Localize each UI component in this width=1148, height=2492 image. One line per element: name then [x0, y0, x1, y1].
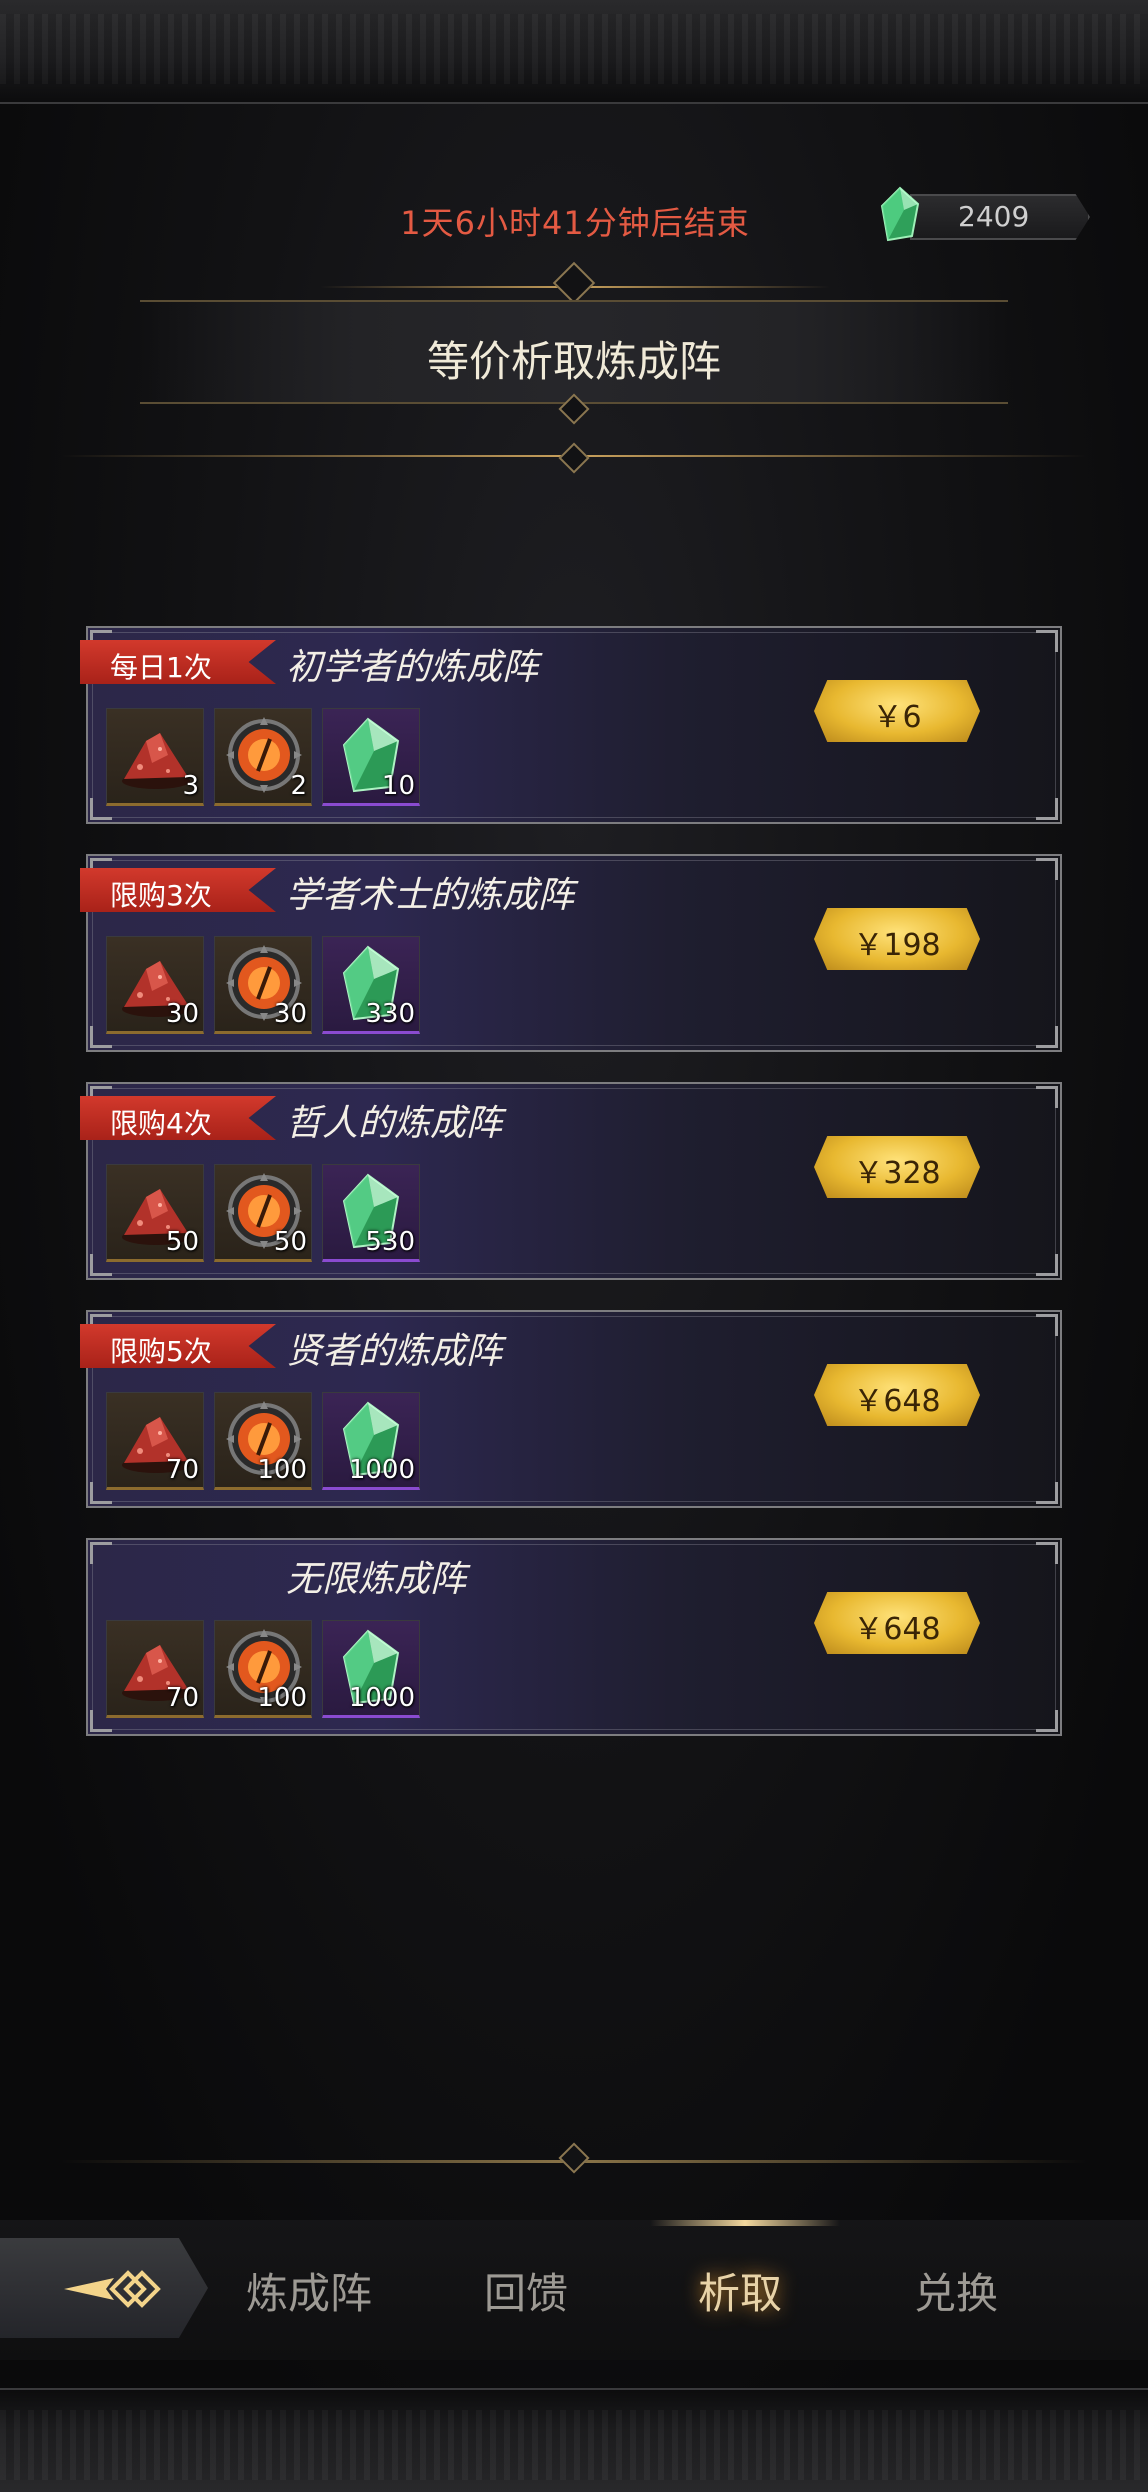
card-corner [1036, 630, 1058, 652]
reward-items: 3 2 10 [106, 708, 420, 806]
back-arrow-icon [64, 2270, 161, 2308]
reward-items: 30 30 330 [106, 936, 420, 1034]
reward-item[interactable]: 70 [106, 1620, 204, 1718]
item-quantity: 50 [273, 1227, 307, 1257]
item-quantity: 100 [257, 1455, 307, 1485]
reward-item[interactable]: 330 [322, 936, 420, 1034]
reward-item[interactable]: 50 [214, 1164, 312, 1262]
reward-item[interactable]: 50 [106, 1164, 204, 1262]
tab-exchange[interactable]: 兑换 [914, 2260, 998, 2321]
item-quantity: 10 [381, 771, 415, 801]
item-quantity: 70 [165, 1683, 199, 1713]
card-corner [1036, 798, 1058, 820]
offer-card[interactable]: 每日1次 初学者的炼成阵 3 2 10 ￥6 [80, 626, 1062, 824]
card-corner [1036, 1314, 1058, 1336]
offer-name: 初学者的炼成阵 [286, 647, 539, 688]
back-button[interactable] [0, 2238, 208, 2338]
title-bar: 等价析取炼成阵 [140, 300, 1008, 404]
offer-name: 无限炼成阵 [286, 1559, 467, 1600]
item-quantity: 30 [165, 999, 199, 1029]
price-button[interactable]: ￥648 [814, 1364, 980, 1426]
item-quantity: 1000 [348, 1683, 415, 1713]
purchase-limit-tag: 每日1次 [80, 640, 276, 684]
card-corner [1036, 1710, 1058, 1732]
price-button[interactable]: ￥198 [814, 908, 980, 970]
item-quantity: 100 [257, 1683, 307, 1713]
reward-items: 70 100 1000 [106, 1392, 420, 1490]
reward-item[interactable]: 30 [106, 936, 204, 1034]
card-corner [1036, 1482, 1058, 1504]
reward-item[interactable]: 3 [106, 708, 204, 806]
card-corner [1036, 858, 1058, 880]
reward-item[interactable]: 2 [214, 708, 312, 806]
reward-item[interactable]: 70 [106, 1392, 204, 1490]
reward-items: 70 100 1000 [106, 1620, 420, 1718]
price-button[interactable]: ￥648 [814, 1592, 980, 1654]
card-corner [1036, 1026, 1058, 1048]
price-button[interactable]: ￥328 [814, 1136, 980, 1198]
purchase-limit-tag: 限购5次 [80, 1324, 276, 1368]
currency-amount: 2409 [958, 200, 1030, 233]
item-quantity: 70 [165, 1455, 199, 1485]
item-quantity: 330 [365, 999, 415, 1029]
offer-card[interactable]: 限购5次 贤者的炼成阵 70 100 1000 ￥648 [80, 1310, 1062, 1508]
green-crystal-icon [878, 186, 922, 242]
bottom-nav: 炼成阵 回馈 析取 兑换 [0, 2220, 1148, 2360]
item-quantity: 1000 [348, 1455, 415, 1485]
reward-item[interactable]: 530 [322, 1164, 420, 1262]
reward-item[interactable]: 1000 [322, 1392, 420, 1490]
reward-items: 50 50 530 [106, 1164, 420, 1262]
offer-card[interactable]: 限购4次 哲人的炼成阵 50 50 530 ￥328 [80, 1082, 1062, 1280]
item-quantity: 50 [165, 1227, 199, 1257]
offer-name: 贤者的炼成阵 [286, 1331, 503, 1372]
tab-rewards[interactable]: 回馈 [484, 2260, 568, 2321]
card-corner [90, 1542, 112, 1564]
tab-extract[interactable]: 析取 [698, 2260, 782, 2321]
item-quantity: 30 [273, 999, 307, 1029]
offer-card[interactable]: 无限炼成阵 70 100 1000 ￥648 [86, 1538, 1062, 1736]
reward-item[interactable]: 10 [322, 708, 420, 806]
price-button[interactable]: ￥6 [814, 680, 980, 742]
reward-item[interactable]: 100 [214, 1620, 312, 1718]
reward-item[interactable]: 100 [214, 1392, 312, 1490]
purchase-limit-tag: 限购3次 [80, 868, 276, 912]
top-frame [0, 0, 1148, 104]
purchase-limit-tag: 限购4次 [80, 1096, 276, 1140]
card-corner [1036, 1542, 1058, 1564]
item-quantity: 530 [365, 1227, 415, 1257]
page-title: 等价析取炼成阵 [426, 337, 721, 386]
active-tab-glow [650, 2220, 840, 2226]
bottom-frame [0, 2388, 1148, 2492]
reward-item[interactable]: 30 [214, 936, 312, 1034]
currency-display: 2409 [872, 186, 1094, 242]
tab-alchemy-array[interactable]: 炼成阵 [246, 2260, 372, 2321]
offer-name: 哲人的炼成阵 [286, 1103, 503, 1144]
reward-item[interactable]: 1000 [322, 1620, 420, 1718]
item-quantity: 2 [290, 771, 307, 801]
card-corner [1036, 1254, 1058, 1276]
offer-card[interactable]: 限购3次 学者术士的炼成阵 30 30 330 ￥198 [80, 854, 1062, 1052]
event-timer: 1天6小时41分钟后结束 [400, 204, 750, 242]
card-corner [1036, 1086, 1058, 1108]
offer-name: 学者术士的炼成阵 [286, 875, 575, 916]
item-quantity: 3 [182, 771, 199, 801]
